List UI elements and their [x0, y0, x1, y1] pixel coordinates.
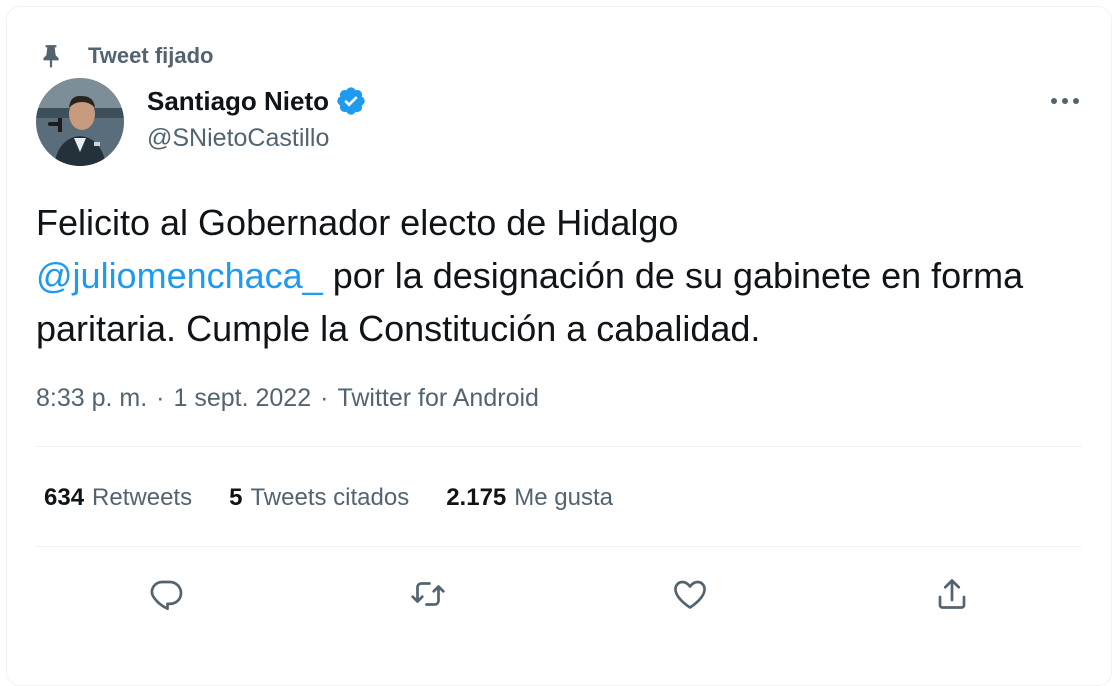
mention-link[interactable]: @juliomenchaca_ — [36, 255, 323, 296]
avatar[interactable] — [36, 78, 124, 166]
tweet-time[interactable]: 8:33 p. m. — [36, 384, 147, 413]
quote-tweets-stat[interactable]: 5 Tweets citados — [229, 484, 409, 512]
share-icon — [938, 579, 966, 609]
quote-tweets-label: Tweets citados — [250, 484, 410, 511]
likes-stat[interactable]: 2.175 Me gusta — [446, 484, 613, 512]
likes-count: 2.175 — [446, 484, 507, 511]
like-button[interactable] — [662, 566, 718, 622]
retweet-button[interactable] — [400, 566, 456, 622]
author-name[interactable]: Santiago Nieto — [147, 85, 367, 117]
author-handle[interactable]: @SNietoCastillo — [147, 124, 329, 153]
divider — [36, 546, 1082, 547]
meta-separator: · — [320, 384, 329, 412]
retweets-count: 634 — [44, 484, 85, 511]
more-icon — [1051, 98, 1079, 104]
share-button[interactable] — [924, 566, 980, 622]
tweet-date[interactable]: 1 sept. 2022 — [174, 384, 312, 413]
retweets-label: Retweets — [92, 484, 193, 511]
tweet-source[interactable]: Twitter for Android — [337, 384, 538, 413]
verified-badge-icon — [335, 85, 367, 117]
tweet-stats: 634 Retweets 5 Tweets citados 2.175 Me g… — [44, 484, 650, 512]
tweet-metadata: 8:33 p. m. · 1 sept. 2022 · Twitter for … — [36, 384, 539, 413]
likes-label: Me gusta — [514, 484, 613, 511]
pinned-label: Tweet fijado — [88, 43, 214, 68]
like-icon — [674, 580, 706, 609]
more-options-button[interactable] — [1044, 86, 1086, 116]
pin-icon — [38, 43, 64, 69]
tweet-actions — [36, 566, 1082, 622]
reply-icon — [150, 580, 183, 611]
author-name-text: Santiago Nieto — [147, 85, 330, 116]
tweet-text: Felicito al Gobernador electo de Hidalgo… — [36, 196, 1096, 355]
retweets-stat[interactable]: 634 Retweets — [44, 484, 192, 512]
pinned-indicator: Tweet fijado — [38, 40, 214, 72]
quote-tweets-count: 5 — [229, 484, 243, 511]
reply-button[interactable] — [138, 566, 194, 622]
divider — [36, 446, 1082, 447]
meta-separator: · — [156, 384, 165, 412]
tweet-text-line1: Felicito al Gobernador electo de Hidalgo — [36, 202, 679, 243]
retweet-icon — [411, 582, 445, 606]
